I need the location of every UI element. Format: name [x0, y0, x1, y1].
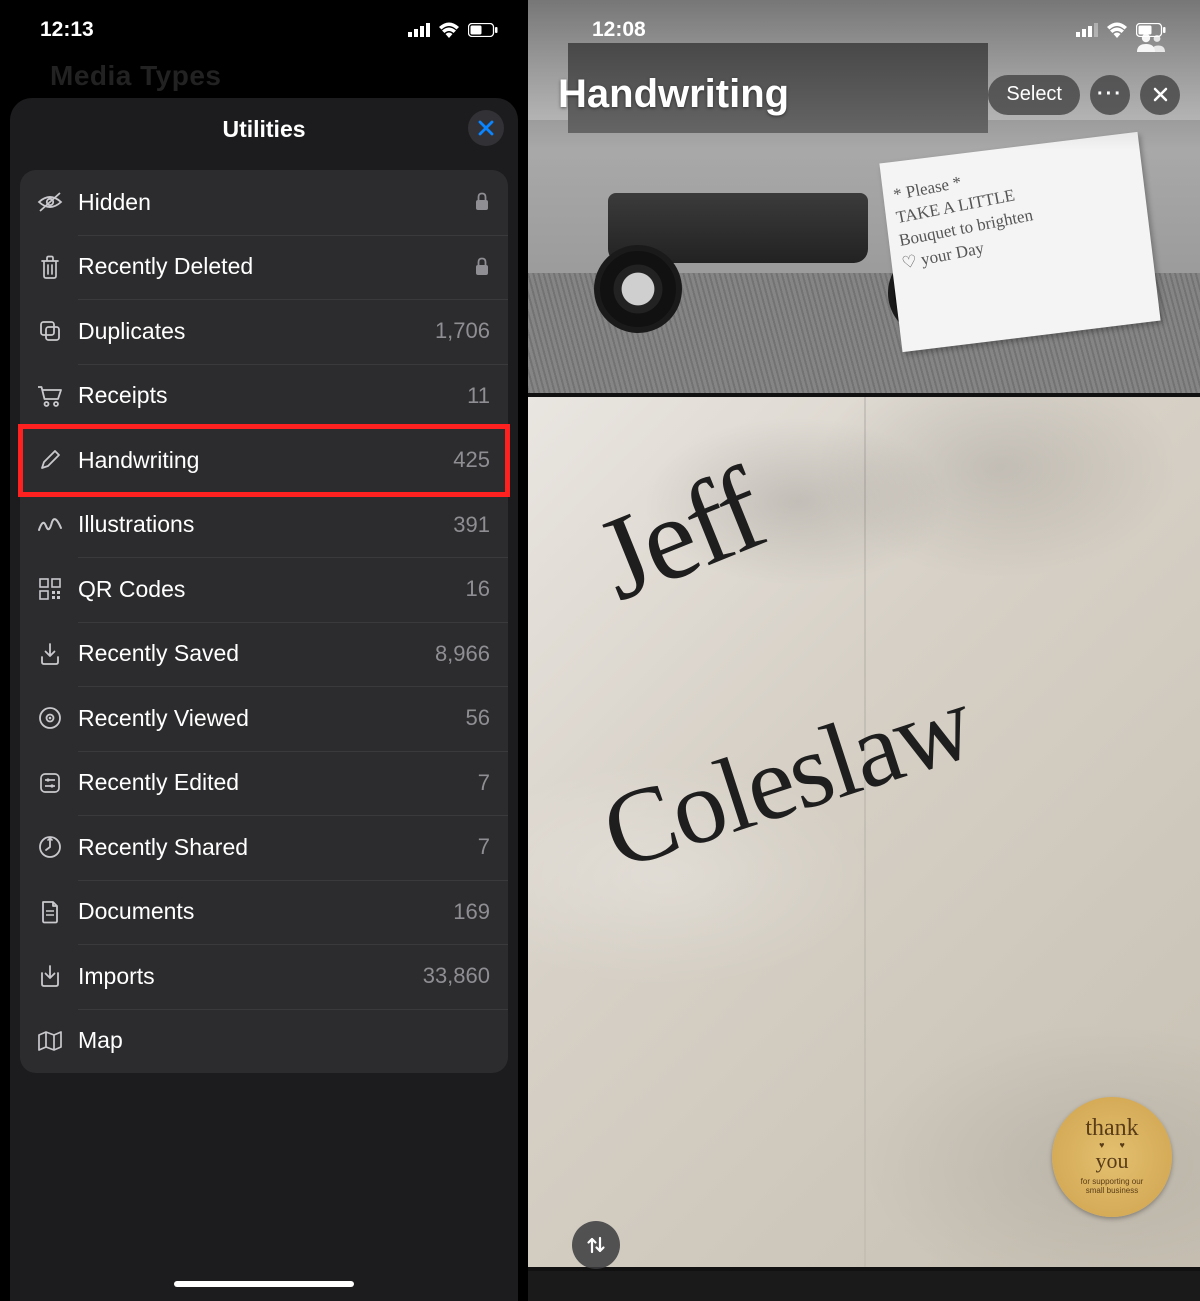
row-count: 8,966 — [435, 641, 490, 667]
document-icon — [34, 900, 66, 924]
close-icon — [478, 120, 494, 136]
import-icon — [34, 964, 66, 988]
close-button[interactable] — [468, 110, 504, 146]
pencil-icon — [34, 449, 66, 471]
cellular-icon — [408, 23, 430, 37]
home-indicator — [174, 1281, 354, 1287]
row-label: Handwriting — [78, 447, 453, 474]
lock-icon — [474, 192, 490, 212]
utility-row-handwriting[interactable]: Handwriting425 — [20, 428, 508, 493]
utility-row-imports[interactable]: Imports33,860 — [20, 944, 508, 1009]
thank-you-sticker: thank ♥ ♥ you for supporting our small b… — [1052, 1097, 1172, 1217]
close-album-button[interactable] — [1140, 75, 1180, 115]
row-label: Hidden — [78, 189, 474, 216]
close-icon — [1153, 87, 1168, 102]
row-label: Documents — [78, 898, 453, 925]
utility-row-recently-shared[interactable]: Recently Shared7 — [20, 815, 508, 880]
row-label: QR Codes — [78, 576, 466, 603]
row-count: 425 — [453, 447, 490, 473]
battery-icon — [468, 23, 498, 37]
row-count: 16 — [466, 576, 490, 602]
row-label: Recently Edited — [78, 769, 478, 796]
eye-circle-icon — [34, 706, 66, 730]
row-count: 7 — [478, 770, 490, 796]
photo-thumbnail-3[interactable] — [528, 1271, 1200, 1301]
utility-row-recently-viewed[interactable]: Recently Viewed56 — [20, 686, 508, 751]
album-title: Handwriting — [558, 72, 789, 117]
wifi-icon — [438, 22, 460, 38]
photo-column: * Please *TAKE A LITTLEBouquet to bright… — [528, 0, 1200, 1301]
cellular-icon — [1076, 23, 1098, 37]
sort-icon — [585, 1234, 607, 1256]
ellipsis-icon: ··· — [1097, 83, 1123, 106]
wifi-icon — [1106, 22, 1128, 38]
row-label: Imports — [78, 963, 423, 990]
utility-row-documents[interactable]: Documents169 — [20, 880, 508, 945]
row-label: Duplicates — [78, 318, 435, 345]
scribble-icon — [34, 516, 66, 534]
adjust-icon — [34, 772, 66, 794]
utility-row-qr-codes[interactable]: QR Codes16 — [20, 557, 508, 622]
row-count: 11 — [467, 383, 490, 409]
photo-thumbnail-2[interactable]: Jeff Coleslaw thank ♥ ♥ you for supporti… — [528, 397, 1200, 1267]
utility-row-recently-saved[interactable]: Recently Saved8,966 — [20, 622, 508, 687]
shared-library-icon[interactable] — [1136, 32, 1166, 52]
row-label: Map — [78, 1027, 490, 1054]
cart-icon — [34, 385, 66, 407]
download-icon — [34, 642, 66, 666]
utility-row-receipts[interactable]: Receipts11 — [20, 364, 508, 429]
sheet-title: Utilities — [222, 116, 305, 143]
utility-row-hidden[interactable]: Hidden — [20, 170, 508, 235]
status-right — [408, 22, 498, 38]
lock-icon — [474, 257, 490, 277]
row-count: 56 — [466, 705, 490, 731]
row-count: 7 — [478, 834, 490, 860]
share-clock-icon — [34, 835, 66, 859]
utility-row-duplicates[interactable]: Duplicates1,706 — [20, 299, 508, 364]
duplicate-icon — [34, 319, 66, 343]
utility-row-recently-deleted[interactable]: Recently Deleted — [20, 235, 508, 300]
row-label: Illustrations — [78, 511, 453, 538]
row-label: Recently Deleted — [78, 253, 474, 280]
row-count: 1,706 — [435, 318, 490, 344]
row-label: Recently Saved — [78, 640, 435, 667]
trash-icon — [34, 255, 66, 279]
utility-row-illustrations[interactable]: Illustrations391 — [20, 493, 508, 558]
select-button[interactable]: Select — [988, 75, 1080, 115]
row-label: Recently Viewed — [78, 705, 466, 732]
utilities-list: HiddenRecently DeletedDuplicates1,706Rec… — [20, 170, 508, 1073]
row-count: 391 — [453, 512, 490, 538]
row-count: 33,860 — [423, 963, 490, 989]
more-button[interactable]: ··· — [1090, 75, 1130, 115]
map-icon — [34, 1030, 66, 1052]
right-screenshot: * Please *TAKE A LITTLEBouquet to bright… — [528, 0, 1200, 1301]
utility-row-map[interactable]: Map — [20, 1009, 508, 1074]
sheet-header: Utilities — [10, 98, 518, 160]
eye-slash-icon — [34, 191, 66, 213]
status-bar: 12:13 — [0, 0, 528, 60]
utility-row-recently-edited[interactable]: Recently Edited7 — [20, 751, 508, 816]
status-time: 12:13 — [40, 18, 94, 42]
left-screenshot: 12:13 Media Types Utilities HiddenRecent… — [0, 0, 528, 1301]
row-label: Recently Shared — [78, 834, 478, 861]
sort-button[interactable] — [572, 1221, 620, 1269]
utilities-sheet: Utilities Hidden Recently Deleted Duplicat… — [10, 98, 518, 1301]
qr-icon — [34, 578, 66, 600]
status-time: 12:08 — [592, 18, 646, 42]
status-bar-right: 12:08 — [528, 0, 1200, 60]
row-label: Receipts — [78, 382, 467, 409]
album-header: Handwriting Select ··· — [558, 72, 1180, 117]
row-count: 169 — [453, 899, 490, 925]
